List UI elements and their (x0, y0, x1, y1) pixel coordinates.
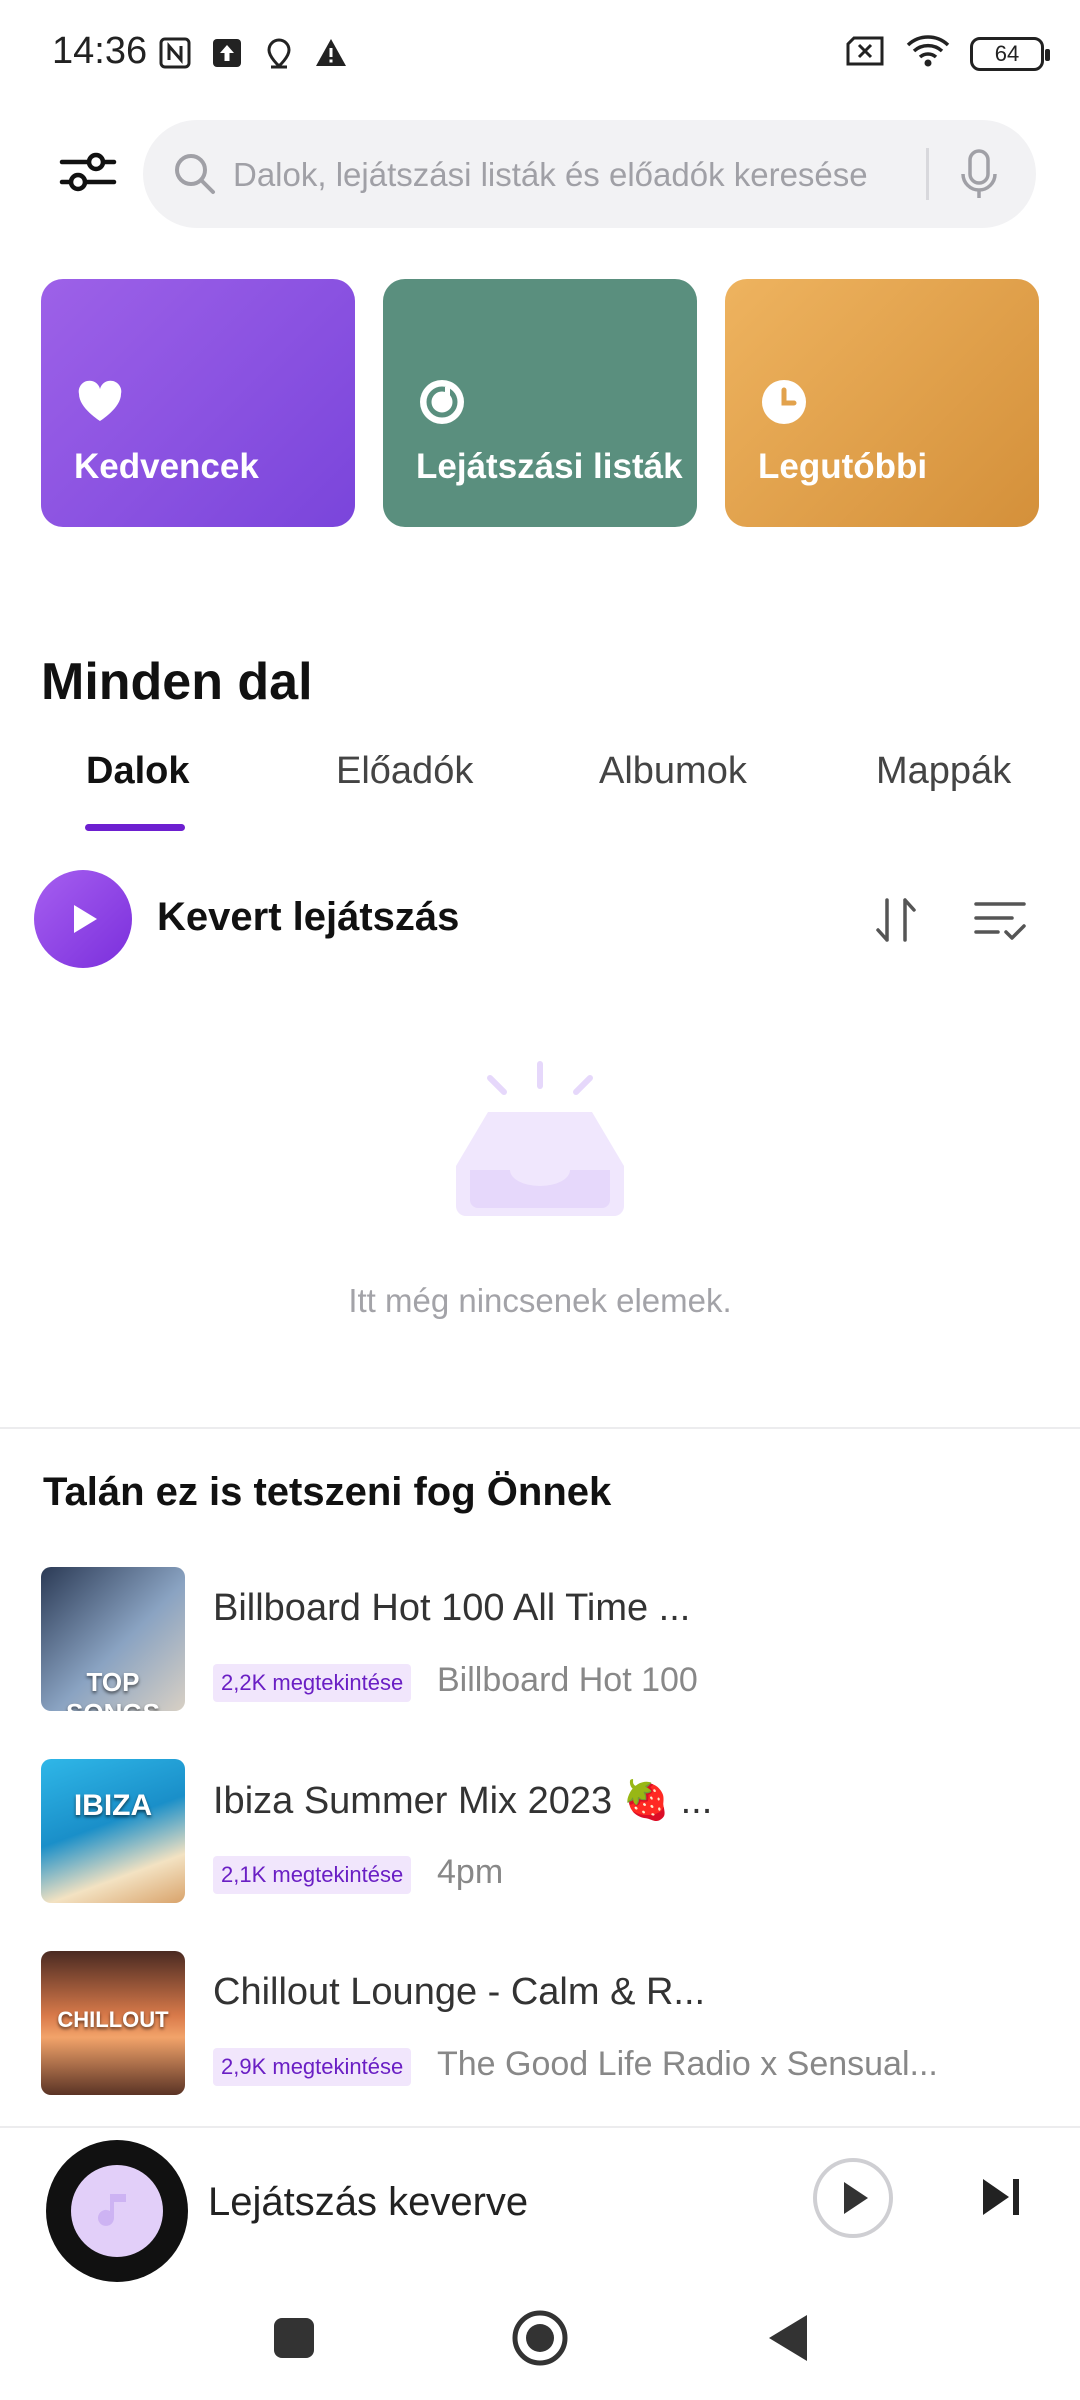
page-title: Minden dal (41, 653, 313, 711)
microphone-icon[interactable] (951, 146, 1007, 202)
empty-inbox-icon (456, 1061, 624, 1216)
search-icon (175, 154, 215, 194)
playlist-disc-icon (420, 380, 464, 424)
music-note-icon (98, 2194, 126, 2226)
status-icons-left (158, 36, 348, 70)
playlist-artist: 4pm (437, 1853, 504, 1891)
active-tab-indicator (85, 824, 185, 831)
shuffle-play-button[interactable] (34, 870, 132, 968)
list-item[interactable]: CHILLOUT Chillout Lounge - Calm & R... 2… (0, 1951, 1080, 2099)
no-sim-icon (844, 34, 886, 73)
thumbnail-text: TOP SONGS (66, 1667, 160, 1711)
views-badge: 2,9K megtekintése (213, 2048, 412, 2086)
thumbnail-text: IBIZA (73, 1789, 153, 1822)
list-item[interactable]: TOP SONGS Billboard Hot 100 All Time ...… (0, 1567, 1080, 1715)
album-disc (46, 2140, 188, 2282)
search-input[interactable]: Dalok, lejátszási listák és előadók kere… (143, 120, 1036, 228)
tab-bar: Dalok Előadók Albumok Mappák (0, 750, 1080, 831)
back-button[interactable] (756, 2306, 820, 2370)
views-badge: 2,1K megtekintése (213, 1856, 412, 1894)
square-icon (274, 2318, 314, 2358)
now-playing-label: Lejátszás keverve (208, 2180, 529, 2224)
nfc-icon (158, 36, 192, 70)
playlist-artist: Billboard Hot 100 (437, 1661, 698, 1699)
playlist-thumbnail: TOP SONGS (41, 1567, 185, 1711)
thumbnail-text: CHILLOUT (57, 2007, 169, 2032)
list-item[interactable]: IBIZA Ibiza Summer Mix 2023 🍓 ... 2,1K m… (0, 1759, 1080, 1907)
back-triangle-icon (769, 2315, 807, 2361)
empty-state-message: Itt még nincsenek elemek. (348, 1282, 732, 1319)
views-badge: 2,2K megtekintése (213, 1664, 412, 1702)
playlists-label: Lejátszási listák (416, 447, 683, 486)
playlist-artist: The Good Life Radio x Sensual... (437, 2045, 938, 2083)
tab-folders[interactable]: Mappák (876, 750, 1011, 793)
tab-artists[interactable]: Előadók (336, 750, 473, 793)
clock-icon (762, 380, 806, 424)
playlist-title: Ibiza Summer Mix 2023 🍓 ... (213, 1780, 713, 1822)
filter-settings-button[interactable] (56, 140, 120, 204)
wifi-icon (906, 34, 950, 73)
multi-select-icon[interactable] (972, 892, 1028, 948)
recommendations-title: Talán ez is tetszeni fog Önnek (43, 1470, 612, 1514)
home-button[interactable] (508, 2306, 572, 2370)
upload-icon (210, 36, 244, 70)
section-divider (0, 1427, 1080, 1429)
home-circle-icon (512, 2310, 568, 2366)
recents-button[interactable] (262, 2306, 326, 2370)
status-time: 14:36 (52, 30, 148, 72)
recent-tile[interactable]: Legutóbbi (725, 279, 1039, 527)
search-divider (926, 148, 929, 200)
shuffle-play-label[interactable]: Kevert lejátszás (157, 895, 459, 940)
recent-label: Legutóbbi (758, 447, 928, 486)
play-icon (74, 905, 97, 933)
tab-albums[interactable]: Albumok (599, 750, 747, 793)
skip-next-icon[interactable] (975, 2171, 1027, 2223)
playlist-title: Chillout Lounge - Calm & R... (213, 1971, 706, 2013)
play-button[interactable] (811, 2156, 895, 2240)
playlist-title: Billboard Hot 100 All Time ... (213, 1587, 691, 1629)
mini-player[interactable]: Lejátszás keverve (0, 2126, 1080, 2282)
warning-icon (314, 36, 348, 70)
status-icons-right: 64 (844, 34, 1050, 73)
playlist-thumbnail: CHILLOUT (41, 1951, 185, 2095)
system-nav-bar (0, 2276, 1080, 2400)
sliders-icon (59, 152, 117, 192)
search-placeholder: Dalok, lejátszási listák és előadók kere… (233, 156, 868, 193)
location-icon (262, 36, 296, 70)
status-bar: 14:36 64 (0, 0, 1080, 110)
playlist-thumbnail: IBIZA (41, 1759, 185, 1903)
heart-icon (78, 380, 122, 421)
favorites-label: Kedvencek (74, 447, 259, 486)
battery-indicator: 64 (970, 36, 1050, 71)
sort-icon[interactable] (868, 892, 924, 948)
playlists-tile[interactable]: Lejátszási listák (383, 279, 697, 527)
tab-songs[interactable]: Dalok (86, 750, 189, 793)
favorites-tile[interactable]: Kedvencek (41, 279, 355, 527)
